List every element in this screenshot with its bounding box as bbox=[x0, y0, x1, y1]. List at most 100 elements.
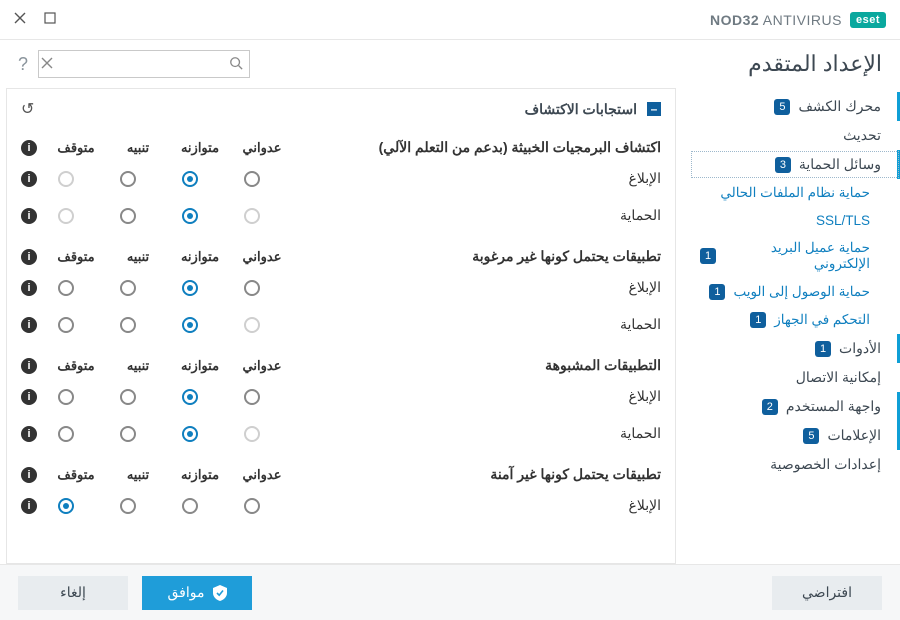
search-clear-icon[interactable] bbox=[41, 57, 53, 72]
info-icon[interactable]: i bbox=[21, 140, 37, 156]
sidebar-item-12[interactable]: إعدادات الخصوصية bbox=[690, 450, 900, 479]
group-name: التطبيقات المشبوهة bbox=[295, 357, 661, 374]
sidebar-item-1[interactable]: تحديث bbox=[690, 121, 900, 150]
sidebar-item-0[interactable]: محرك الكشف 5 bbox=[690, 92, 900, 121]
column-label: عدواني bbox=[239, 358, 285, 374]
group-name: تطبيقات يحتمل كونها غير آمنة bbox=[295, 466, 661, 483]
sidebar-item-6[interactable]: حماية الوصول إلى الويب1 bbox=[690, 278, 900, 306]
radio-متوقف[interactable] bbox=[58, 280, 74, 296]
column-label: تنبيه bbox=[115, 249, 161, 265]
radio-تنبيه[interactable] bbox=[120, 317, 136, 333]
badge: 5 bbox=[774, 99, 790, 115]
radio-تنبيه[interactable] bbox=[120, 208, 136, 224]
collapse-icon[interactable]: – bbox=[647, 102, 661, 116]
radio-تنبيه[interactable] bbox=[120, 498, 136, 514]
row-label: الحماية bbox=[275, 425, 661, 442]
radio-عدواني[interactable] bbox=[244, 498, 260, 514]
sidebar-item-label: التحكم في الجهاز bbox=[774, 312, 870, 328]
ok-button[interactable]: موافق bbox=[142, 576, 252, 610]
info-icon[interactable]: i bbox=[21, 249, 37, 265]
sidebar-item-9[interactable]: إمكانية الاتصال bbox=[690, 363, 900, 392]
radio-عدواني[interactable] bbox=[244, 171, 260, 187]
info-icon[interactable]: i bbox=[21, 389, 37, 405]
radio-متوازنه[interactable] bbox=[182, 426, 198, 442]
row-label: الحماية bbox=[275, 316, 661, 333]
sidebar-item-3[interactable]: حماية نظام الملفات الحالي bbox=[690, 179, 900, 207]
badge: 3 bbox=[775, 157, 791, 173]
sidebar-item-label: إمكانية الاتصال bbox=[796, 369, 881, 386]
group-2: التطبيقات المشبوهة عدواني متوازنه تنبيه متوق… bbox=[7, 347, 675, 456]
radio-تنبيه[interactable] bbox=[120, 171, 136, 187]
group-0: اكتشاف البرمجيات الخبيثة (بدعم من التعلم… bbox=[7, 129, 675, 238]
setting-row: الإبلاغi bbox=[21, 378, 661, 415]
sidebar-item-10[interactable]: واجهة المستخدم 2 bbox=[690, 392, 900, 421]
window-close-icon[interactable] bbox=[14, 12, 26, 27]
detection-responses-panel: – استجابات الاكتشاف ↻ اكتشاف البرمجيات ا… bbox=[6, 88, 676, 564]
search-icon bbox=[229, 56, 243, 73]
column-label: متوقف bbox=[53, 140, 99, 156]
row-label: الإبلاغ bbox=[275, 279, 661, 296]
setting-row: الحماية i bbox=[21, 415, 661, 452]
info-icon[interactable]: i bbox=[21, 317, 37, 333]
radio-متوازنه[interactable] bbox=[182, 280, 198, 296]
badge: 1 bbox=[700, 248, 716, 264]
column-label: متوازنه bbox=[177, 140, 223, 156]
info-icon[interactable]: i bbox=[21, 208, 37, 224]
brand-product: NOD32 ANTIVIRUS bbox=[710, 12, 842, 28]
radio-متوازنه[interactable] bbox=[182, 498, 198, 514]
column-label: تنبيه bbox=[115, 358, 161, 374]
setting-row: الإبلاغi bbox=[21, 160, 661, 197]
badge: 2 bbox=[762, 399, 778, 415]
group-name: تطبيقات يحتمل كونها غير مرغوبة bbox=[295, 248, 661, 265]
row-label: الإبلاغ bbox=[275, 497, 661, 514]
radio-متوازنه[interactable] bbox=[182, 208, 198, 224]
info-icon[interactable]: i bbox=[21, 426, 37, 442]
radio-متوازنه[interactable] bbox=[182, 171, 198, 187]
column-label: متوازنه bbox=[177, 358, 223, 374]
sidebar-item-5[interactable]: حماية عميل البريد الإلكتروني1 bbox=[690, 234, 900, 278]
search-box[interactable] bbox=[38, 50, 250, 78]
radio-متوقف[interactable] bbox=[58, 498, 74, 514]
sidebar-item-7[interactable]: التحكم في الجهاز 1 bbox=[690, 306, 900, 334]
search-input[interactable] bbox=[53, 57, 229, 72]
sidebar-item-label: محرك الكشف bbox=[798, 98, 881, 115]
main-panel-scroll[interactable]: – استجابات الاكتشاف ↻ اكتشاف البرمجيات ا… bbox=[0, 88, 690, 564]
info-icon[interactable]: i bbox=[21, 498, 37, 514]
radio-متوقف[interactable] bbox=[58, 317, 74, 333]
badge: 5 bbox=[803, 428, 819, 444]
radio-تنبيه[interactable] bbox=[120, 389, 136, 405]
page-title: الإعداد المتقدم bbox=[748, 51, 882, 77]
info-icon[interactable]: i bbox=[21, 358, 37, 374]
sidebar-item-11[interactable]: الإعلامات5 bbox=[690, 421, 900, 450]
radio-متوقف[interactable] bbox=[58, 426, 74, 442]
info-icon[interactable]: i bbox=[21, 280, 37, 296]
column-label: تنبيه bbox=[115, 467, 161, 483]
info-icon[interactable]: i bbox=[21, 467, 37, 483]
sidebar-item-2[interactable]: وسائل الحماية3 bbox=[690, 150, 900, 179]
radio-متوازنه[interactable] bbox=[182, 317, 198, 333]
panel-title: استجابات الاكتشاف bbox=[525, 101, 637, 118]
sidebar-item-label: حماية الوصول إلى الويب bbox=[733, 284, 870, 300]
radio-عدواني[interactable] bbox=[244, 280, 260, 296]
default-button[interactable]: افتراضي bbox=[772, 576, 882, 610]
sidebar-item-label: واجهة المستخدم bbox=[786, 398, 881, 415]
info-icon[interactable]: i bbox=[21, 171, 37, 187]
cancel-button[interactable]: إلغاء bbox=[18, 576, 128, 610]
radio-تنبيه[interactable] bbox=[120, 280, 136, 296]
radio-عدواني[interactable] bbox=[244, 389, 260, 405]
row-label: الحماية bbox=[275, 207, 661, 224]
radio-متوازنه[interactable] bbox=[182, 389, 198, 405]
badge: 1 bbox=[750, 312, 766, 328]
radio-تنبيه[interactable] bbox=[120, 426, 136, 442]
radio-متوقف[interactable] bbox=[58, 389, 74, 405]
column-label: متوقف bbox=[53, 358, 99, 374]
help-icon[interactable]: ? bbox=[18, 54, 28, 75]
sidebar-item-4[interactable]: SSL/TLS bbox=[690, 207, 900, 234]
sidebar-item-8[interactable]: الأدوات1 bbox=[690, 334, 900, 363]
sidebar-item-label: الأدوات bbox=[839, 340, 881, 357]
undo-icon[interactable]: ↻ bbox=[21, 99, 34, 119]
column-label: متوازنه bbox=[177, 249, 223, 265]
window-maximize-icon[interactable] bbox=[44, 12, 56, 27]
sidebar-item-label: تحديث bbox=[843, 127, 881, 144]
radio-عدواني bbox=[244, 208, 260, 224]
